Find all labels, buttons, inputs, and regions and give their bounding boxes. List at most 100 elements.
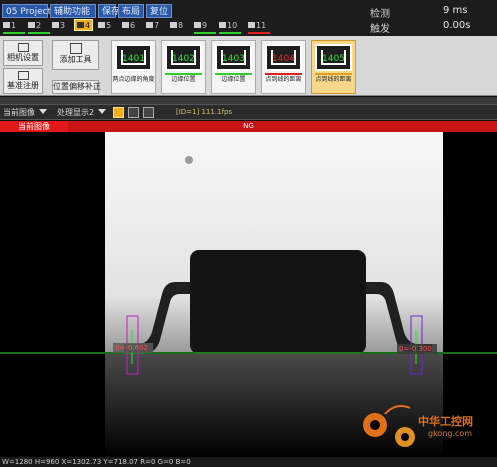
- detect-label: 检测: [370, 9, 390, 20]
- tool-toolbar: 相机设置 基准注册 添加工具 位置偏移补正 1401 两点边缘的角度 1402 …: [0, 36, 497, 96]
- inspection-image: [0, 132, 497, 457]
- tab-status-bar: [3, 32, 25, 34]
- step-label: 边缘位置: [221, 76, 246, 83]
- left-measure-value: 0=-0.602: [115, 344, 148, 352]
- image-select-dropdown[interactable]: 当前图像: [3, 107, 47, 118]
- tab-8[interactable]: 8: [170, 20, 183, 32]
- step-number: 1401: [122, 54, 145, 64]
- step-number: 1405: [322, 54, 345, 64]
- step-tool-1402[interactable]: 1402 边缘位置: [161, 40, 206, 94]
- tab-icon: [248, 22, 255, 28]
- fps-readout: [ID=1] 111.1fps: [176, 108, 233, 116]
- display-select-dropdown[interactable]: 处理显示2: [57, 107, 107, 118]
- trigger-value: 0.00s: [443, 20, 471, 31]
- assist-menu-button[interactable]: 辅助功能: [50, 4, 96, 18]
- inspection-tabs: 1 2 3 4 5 6 7 8 9 10 11: [0, 19, 282, 34]
- tab-label: 2: [36, 21, 42, 30]
- trigger-label: 触发: [370, 24, 390, 35]
- tab-status-bar: [194, 32, 216, 34]
- tab-label: 5: [106, 21, 112, 30]
- step-thumbnail: 1404: [265, 44, 302, 71]
- watermark-cn: 中华工控网: [418, 415, 473, 428]
- step-thumbnail: 1402: [165, 44, 202, 71]
- dust-speck: [185, 156, 193, 164]
- top-bar: 05 Project1 辅助功能 保存 布局 复位 1 2 3 4 5 6 7 …: [0, 0, 497, 36]
- step-tool-1404[interactable]: 1404 点到线的距离: [261, 40, 306, 94]
- add-tool-button[interactable]: 添加工具: [52, 40, 99, 70]
- camera-settings-label: 相机设置: [7, 53, 39, 62]
- tab-10[interactable]: 10: [219, 20, 241, 34]
- tab-2[interactable]: 2: [28, 20, 50, 34]
- tab-icon: [146, 22, 153, 28]
- base-register-button[interactable]: 基准注册: [3, 68, 43, 94]
- tab-icon: [3, 22, 10, 28]
- layout-button[interactable]: 布局: [118, 4, 144, 18]
- tab-icon: [98, 22, 105, 28]
- view-bar: 当前图像 处理显示2 [ID=1] 111.1fps: [0, 104, 497, 120]
- step-tool-1405[interactable]: 1405 点到线的距离: [311, 40, 356, 94]
- step-thumbnail: 1403: [215, 44, 252, 71]
- status-bar: W=1280 H=960 X=1302.73 Y=718.07 R=0 G=0 …: [0, 457, 497, 467]
- step-number: 1403: [222, 54, 245, 64]
- add-tool-icon: [69, 43, 82, 54]
- camera-icon: [17, 43, 29, 52]
- tab-icon: [52, 22, 59, 28]
- tab-7[interactable]: 7: [146, 20, 159, 32]
- tab-icon: [170, 22, 177, 28]
- step-thumbnail: 1401: [115, 44, 152, 71]
- current-image-label: 当前图像: [0, 121, 68, 132]
- display-select-value: 处理显示2: [57, 108, 95, 117]
- add-tool-label: 添加工具: [59, 55, 92, 64]
- ng-label: NG: [243, 122, 254, 130]
- watermark-en: gkong.com: [428, 429, 473, 438]
- tab-9[interactable]: 9: [194, 20, 216, 34]
- tab-6[interactable]: 6: [122, 20, 135, 32]
- tab-status-bar: [248, 32, 270, 34]
- tab-label: 9: [202, 21, 208, 30]
- step-status-bar: [265, 73, 302, 75]
- tab-label: 3: [60, 21, 66, 30]
- tab-icon: [77, 22, 84, 28]
- lower-shadow: [105, 354, 443, 457]
- base-register-label: 基准注册: [7, 81, 39, 90]
- register-icon: [17, 71, 29, 80]
- tab-label: 11: [256, 21, 267, 30]
- step-tool-1403[interactable]: 1403 边缘位置: [211, 40, 256, 94]
- tab-icon: [219, 22, 226, 28]
- camera-image-view[interactable]: 0=-0.602 0=-0.300 中华工控网 gkong.com: [0, 132, 497, 457]
- fit-view-icon[interactable]: [113, 107, 124, 118]
- tab-1[interactable]: 1: [3, 20, 25, 34]
- step-status-bar: [315, 73, 352, 75]
- step-label: 点到线的距离: [265, 76, 302, 83]
- ng-status-bar: NG 当前图像: [0, 121, 497, 132]
- tab-label: 10: [227, 21, 238, 30]
- save-button[interactable]: 保存: [98, 4, 120, 18]
- tab-status-bar: [28, 32, 50, 34]
- vision-app-window: 05 Project1 辅助功能 保存 布局 复位 1 2 3 4 5 6 7 …: [0, 0, 497, 467]
- tab-label: 4: [85, 21, 91, 30]
- project-menu-button[interactable]: 05 Project1: [2, 4, 57, 18]
- step-label: 两点边缘的角度: [112, 76, 155, 83]
- camera-settings-button[interactable]: 相机设置: [3, 40, 43, 66]
- tab-5[interactable]: 5: [98, 20, 111, 32]
- monitor-icon[interactable]: [143, 107, 154, 118]
- tab-label: 8: [178, 21, 184, 30]
- step-tool-1401[interactable]: 1401 两点边缘的角度: [111, 40, 156, 94]
- camera-view-icon[interactable]: [128, 107, 139, 118]
- position-correction-button[interactable]: 位置偏移补正: [52, 80, 101, 94]
- tab-icon: [194, 22, 201, 28]
- step-label: 点到线的距离: [315, 76, 352, 83]
- tab-11[interactable]: 11: [248, 20, 270, 34]
- step-number: 1404: [272, 54, 295, 64]
- tab-label: 7: [154, 21, 160, 30]
- tab-4[interactable]: 4: [74, 19, 94, 31]
- tab-status-bar: [219, 32, 241, 34]
- step-status-bar: [215, 73, 252, 75]
- step-status-bar: [115, 73, 152, 75]
- reset-button[interactable]: 复位: [146, 4, 172, 18]
- tab-label: 1: [11, 21, 17, 30]
- tab-3[interactable]: 3: [52, 20, 65, 32]
- step-status-bar: [165, 73, 202, 75]
- tab-icon: [122, 22, 129, 28]
- detect-value: 9 ms: [443, 5, 468, 16]
